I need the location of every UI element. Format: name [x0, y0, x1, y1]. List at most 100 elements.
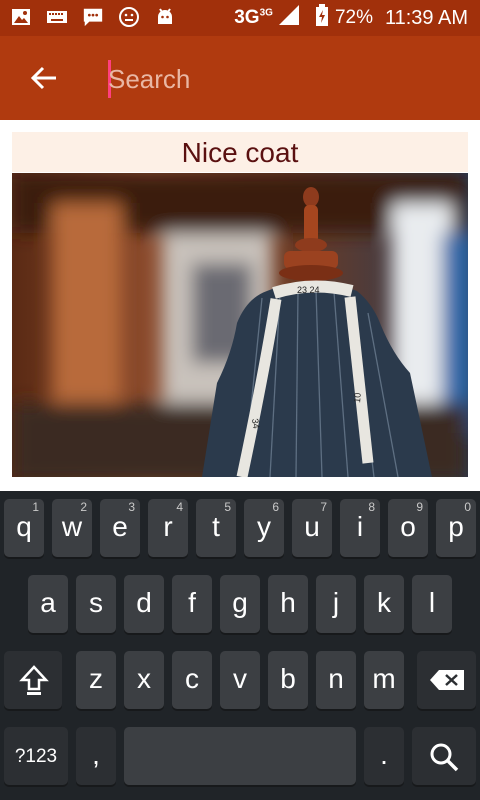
period-key-label: .: [380, 739, 388, 770]
key-c[interactable]: c: [172, 651, 212, 709]
product-image: 23 24 34 10: [12, 173, 468, 477]
battery-icon: [315, 4, 329, 32]
key-u[interactable]: u7: [292, 499, 332, 557]
space-key[interactable]: [124, 727, 356, 785]
key-label: p: [448, 511, 464, 542]
key-label: w: [61, 511, 83, 542]
key-label: t: [212, 511, 220, 542]
network-small-label: 3G: [259, 7, 273, 19]
key-label: y: [257, 511, 271, 542]
key-label: c: [185, 663, 199, 694]
key-label: s: [89, 587, 103, 618]
symbols-key-label: ?123: [14, 746, 58, 767]
key-hint-number: 7: [320, 500, 327, 514]
key-hint-number: 8: [368, 500, 375, 514]
key-b[interactable]: b: [268, 651, 308, 709]
key-hint-number: 3: [128, 500, 135, 514]
arrow-back-icon: [30, 66, 56, 90]
svg-text:34: 34: [250, 418, 261, 429]
key-d[interactable]: d: [124, 575, 164, 633]
key-label: m: [372, 663, 396, 694]
emoji-icon: [118, 6, 140, 28]
key-t[interactable]: t5: [196, 499, 236, 557]
key-label: o: [400, 511, 416, 542]
back-button[interactable]: [24, 58, 64, 98]
key-label: j: [332, 587, 340, 618]
key-x[interactable]: x: [124, 651, 164, 709]
key-p[interactable]: p0: [436, 499, 476, 557]
key-label: e: [112, 511, 128, 542]
key-m[interactable]: m: [364, 651, 404, 709]
key-label: h: [280, 587, 296, 618]
key-n[interactable]: n: [316, 651, 356, 709]
backspace-icon: [430, 670, 464, 690]
key-j[interactable]: j: [316, 575, 356, 633]
key-hint-number: 5: [224, 500, 231, 514]
key-hint-number: 9: [416, 500, 423, 514]
key-label: v: [233, 663, 247, 694]
key-l[interactable]: l: [412, 575, 452, 633]
key-w[interactable]: w2: [52, 499, 92, 557]
shift-icon: [19, 665, 49, 695]
comma-key[interactable]: ,: [76, 727, 116, 785]
key-r[interactable]: r4: [148, 499, 188, 557]
period-key[interactable]: .: [364, 727, 404, 785]
message-icon: [82, 6, 104, 28]
soft-keyboard: q1w2e3r4t5y6u7i8o9p0 asdfghjkl zxcvbnm ?…: [0, 491, 480, 800]
key-label: f: [188, 587, 196, 618]
key-label: k: [377, 587, 391, 618]
key-hint-number: 4: [176, 500, 183, 514]
key-a[interactable]: a: [28, 575, 68, 633]
product-card[interactable]: Nice coat 23 24 34 10: [12, 132, 468, 478]
status-indicators: 3G3G 72% 11:39 AM: [234, 0, 468, 36]
key-label: x: [137, 663, 151, 694]
delete-key[interactable]: [417, 651, 476, 709]
symbols-key[interactable]: ?123: [4, 727, 68, 785]
search-app-bar: [0, 36, 480, 120]
key-v[interactable]: v: [220, 651, 260, 709]
key-h[interactable]: h: [268, 575, 308, 633]
key-hint-number: 6: [272, 500, 279, 514]
signal-icon: [278, 5, 299, 31]
key-label: l: [428, 587, 436, 618]
keyboard-icon: [46, 6, 68, 28]
key-y[interactable]: y6: [244, 499, 284, 557]
key-q[interactable]: q1: [4, 499, 44, 557]
image-icon: [10, 6, 32, 28]
key-z[interactable]: z: [76, 651, 116, 709]
search-icon: [430, 743, 459, 772]
product-title: Nice coat: [12, 132, 468, 172]
key-s[interactable]: s: [76, 575, 116, 633]
key-label: r: [163, 511, 173, 542]
shift-key[interactable]: [4, 651, 62, 709]
battery-percent: 72%: [334, 7, 373, 28]
key-hint-number: 1: [32, 500, 39, 514]
status-bar: 3G3G 72% 11:39 AM: [0, 0, 480, 36]
key-label: u: [304, 511, 320, 542]
key-i[interactable]: i8: [340, 499, 380, 557]
search-key[interactable]: [412, 727, 476, 785]
clock: 11:39 AM: [384, 6, 468, 29]
key-label: z: [89, 663, 103, 694]
key-label: g: [232, 587, 248, 618]
key-o[interactable]: o9: [388, 499, 428, 557]
search-input[interactable]: [108, 62, 448, 96]
key-label: d: [136, 587, 152, 618]
key-label: b: [280, 663, 296, 694]
key-label: q: [16, 511, 32, 542]
android-icon: [154, 6, 176, 28]
key-label: n: [328, 663, 344, 694]
key-hint-number: 0: [464, 500, 471, 514]
key-k[interactable]: k: [364, 575, 404, 633]
key-f[interactable]: f: [172, 575, 212, 633]
key-e[interactable]: e3: [100, 499, 140, 557]
notification-icons: [10, 6, 176, 28]
network-label: 3G3G: [234, 7, 273, 28]
key-hint-number: 2: [80, 500, 87, 514]
key-label: a: [40, 587, 56, 618]
svg-text:10: 10: [352, 392, 363, 403]
key-g[interactable]: g: [220, 575, 260, 633]
svg-text:23 24: 23 24: [297, 285, 320, 295]
key-label: i: [356, 511, 364, 542]
comma-key-label: ,: [92, 739, 100, 770]
